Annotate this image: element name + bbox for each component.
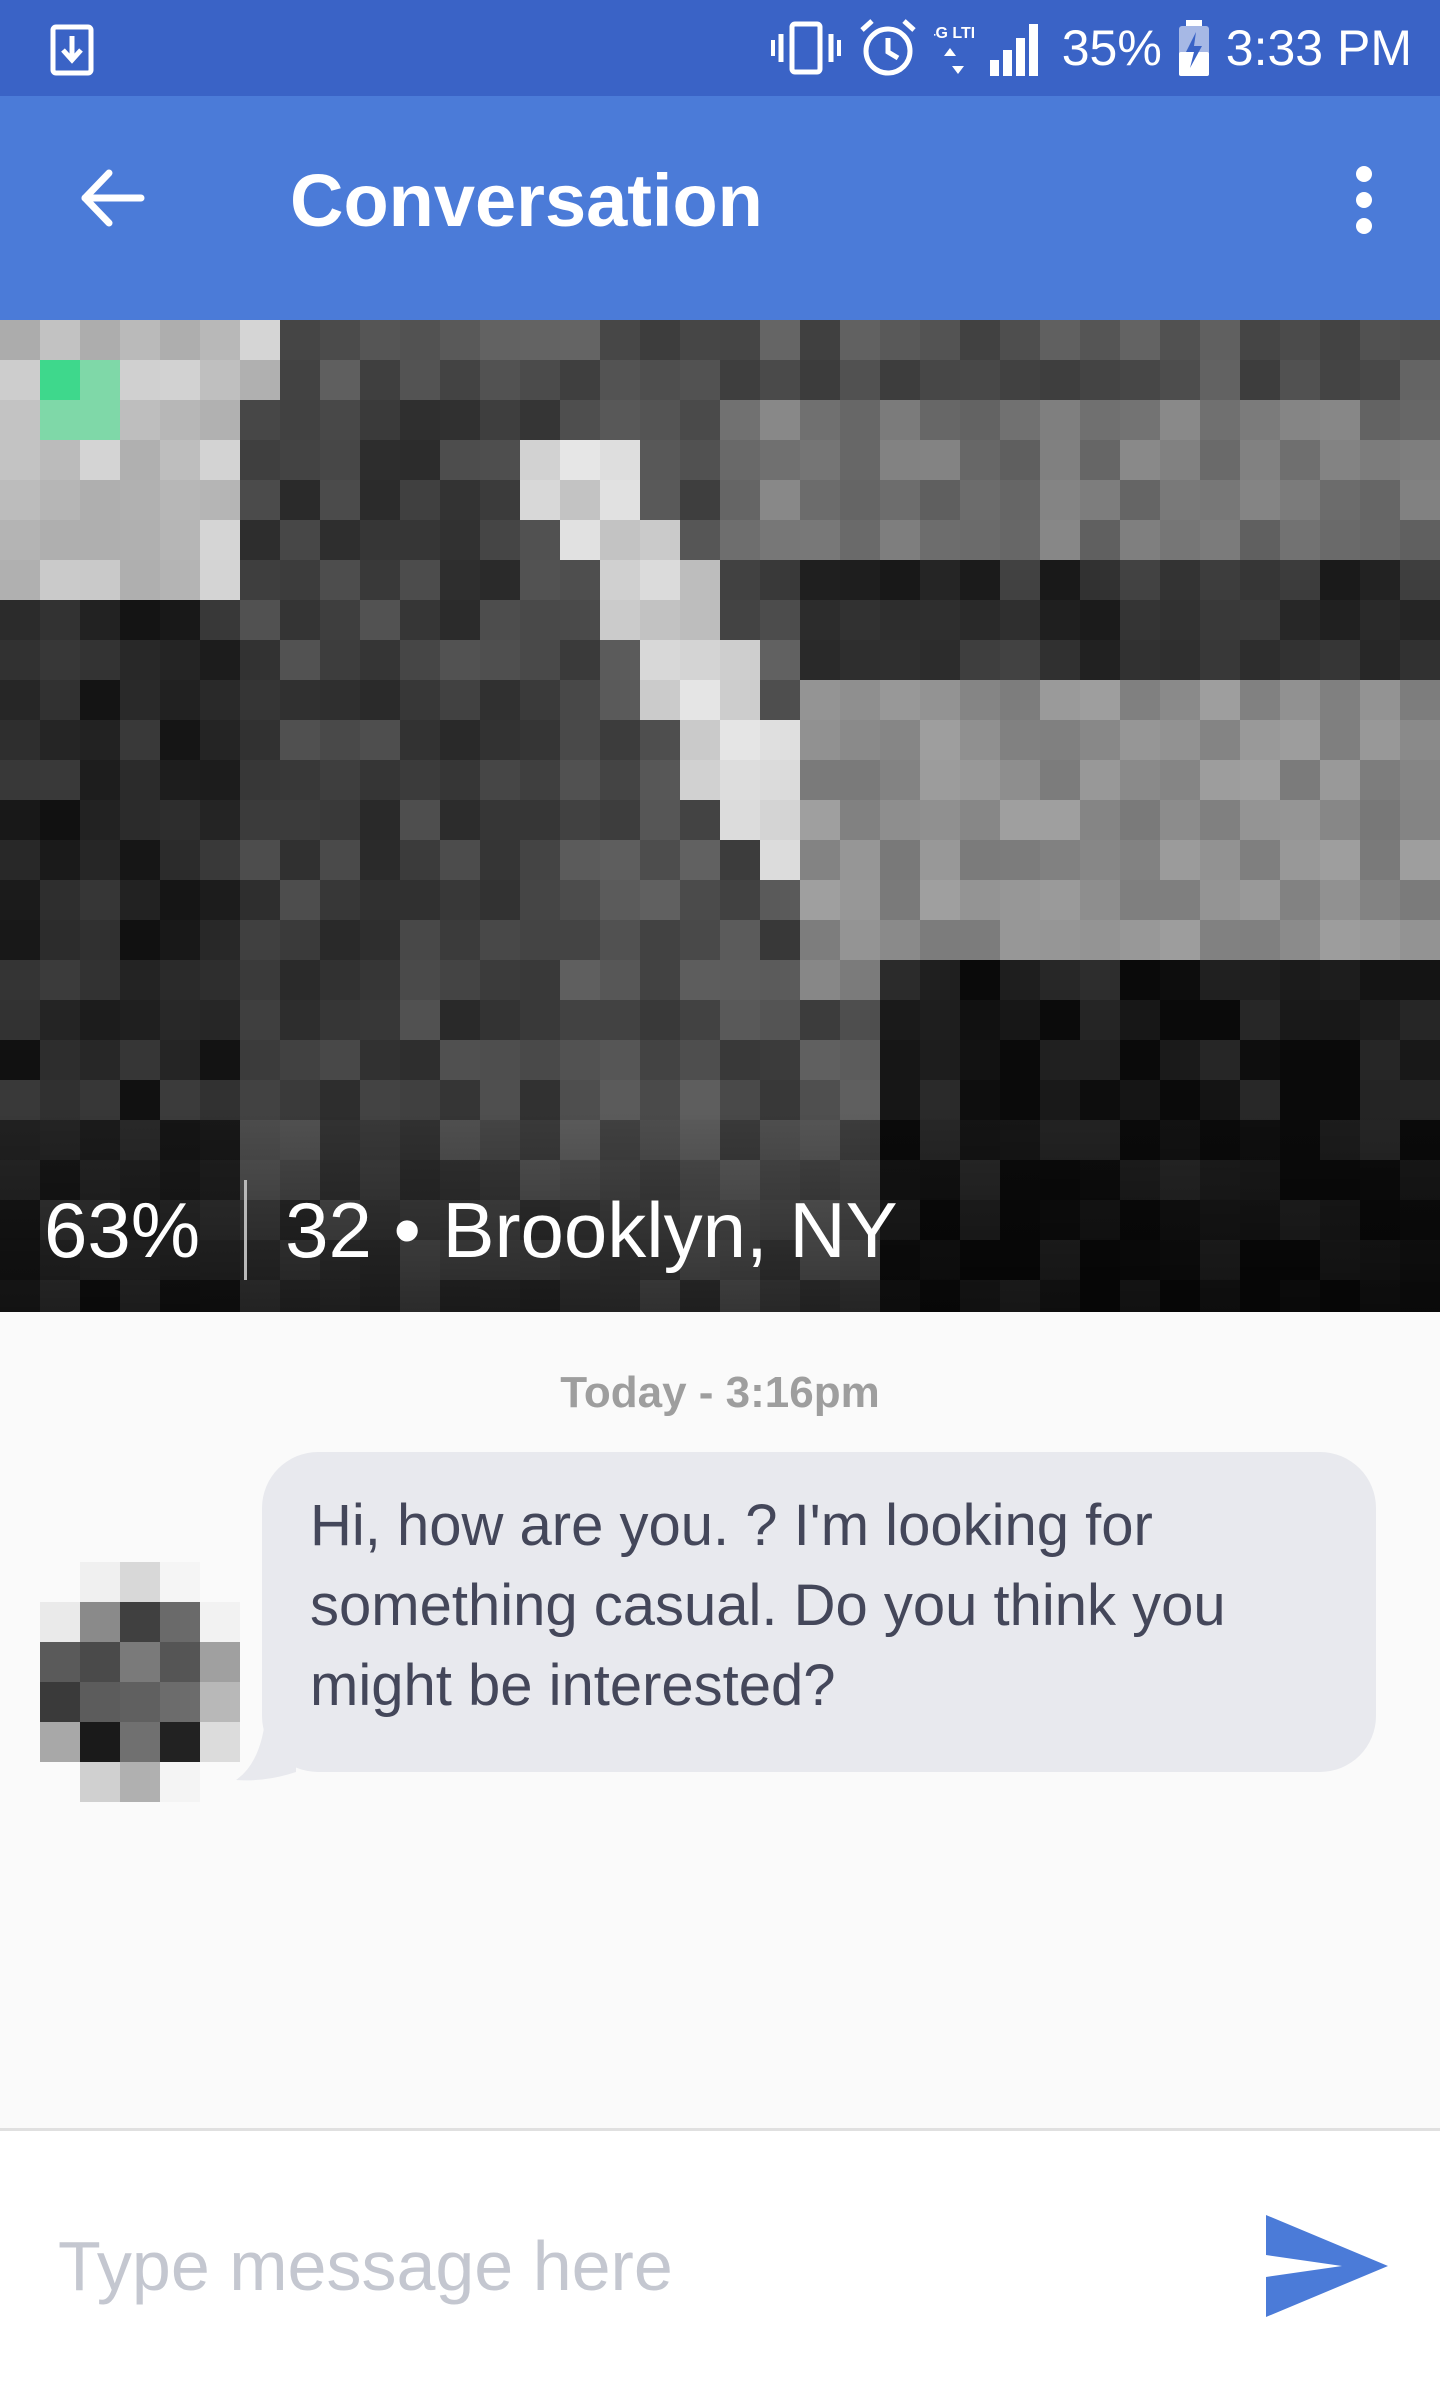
app-bar: Conversation (0, 96, 1440, 320)
network-type-icon: 4G LTE (934, 25, 974, 74)
arrow-back-icon (81, 169, 145, 227)
conversation-thread[interactable]: Today - 3:16pm Hi, how are you. ? I'm lo… (0, 1312, 1440, 2128)
status-bar: 4G LTE 35% 3:33 PM (0, 0, 1440, 96)
battery-percent: 35% (1061, 20, 1162, 76)
message-input[interactable] (56, 2201, 1206, 2331)
message-composer (0, 2128, 1440, 2392)
battery-charging-icon (1178, 20, 1209, 76)
vibrate-icon (770, 21, 841, 75)
clock: 3:33 PM (1225, 20, 1412, 76)
message-text: Hi, how are you. ? I'm looking for somet… (310, 1493, 1226, 1718)
match-percent: 63% (44, 1185, 201, 1274)
sender-avatar[interactable] (40, 1562, 240, 1802)
alarm-icon (860, 19, 916, 76)
network-label: 4G LTE (934, 25, 974, 42)
overflow-menu-button[interactable] (1324, 148, 1404, 252)
age-location: 32 • Brooklyn, NY (285, 1185, 898, 1274)
send-icon (1266, 2215, 1388, 2317)
more-vert-icon (1356, 166, 1372, 234)
info-divider (244, 1180, 248, 1280)
page-title: Conversation (290, 159, 763, 242)
message-timestamp: Today - 3:16pm (560, 1368, 880, 1417)
message-bubble[interactable]: Hi, how are you. ? I'm looking for somet… (262, 1452, 1376, 1772)
profile-info: 63% 32 • Brooklyn, NY (44, 1180, 898, 1280)
send-button[interactable] (1262, 2201, 1392, 2331)
signal-icon (989, 24, 1038, 76)
back-button[interactable] (60, 146, 164, 250)
download-icon (50, 24, 94, 76)
profile-photo[interactable]: 63% 32 • Brooklyn, NY (0, 320, 1440, 1312)
